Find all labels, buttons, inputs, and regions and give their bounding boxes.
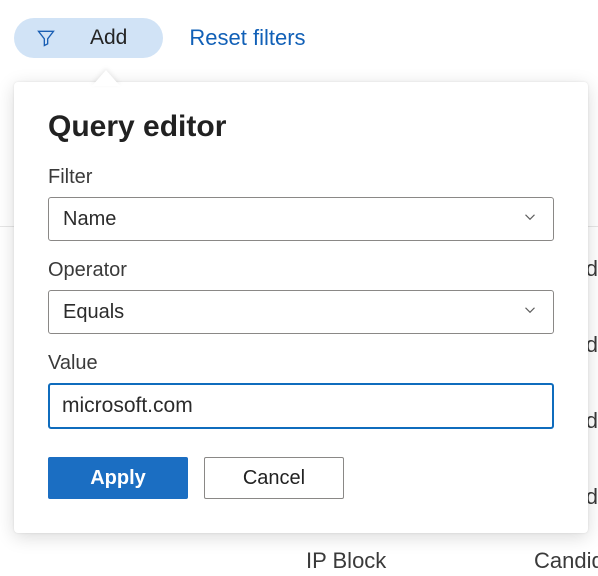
action-buttons: Apply Cancel xyxy=(48,457,554,499)
operator-select[interactable]: Equals xyxy=(48,290,554,334)
bg-ip-block: IP Block xyxy=(306,548,386,574)
bg-candid: Candid xyxy=(534,548,598,574)
add-filter-button[interactable]: Add xyxy=(14,18,163,58)
apply-button[interactable]: Apply xyxy=(48,457,188,499)
value-label: Value xyxy=(48,352,554,375)
filter-label: Filter xyxy=(48,166,554,189)
filter-select[interactable]: Name xyxy=(48,197,554,241)
add-filter-label: Add xyxy=(90,26,127,50)
cancel-button[interactable]: Cancel xyxy=(204,457,344,499)
filter-toolbar: Add Reset filters xyxy=(0,0,598,72)
reset-filters-link[interactable]: Reset filters xyxy=(189,25,305,51)
apply-button-label: Apply xyxy=(90,467,146,490)
callout-beak xyxy=(92,70,120,86)
value-input-wrapper xyxy=(48,383,554,429)
filter-select-value: Name xyxy=(63,208,521,231)
panel-title: Query editor xyxy=(48,110,554,144)
filter-icon xyxy=(36,28,56,48)
value-input[interactable] xyxy=(62,394,540,418)
cancel-button-label: Cancel xyxy=(243,467,305,490)
chevron-down-icon xyxy=(521,301,539,324)
operator-select-value: Equals xyxy=(63,301,521,324)
query-editor-panel: Query editor Filter Name Operator Equals… xyxy=(14,82,588,533)
operator-label: Operator xyxy=(48,259,554,282)
chevron-down-icon xyxy=(521,208,539,231)
